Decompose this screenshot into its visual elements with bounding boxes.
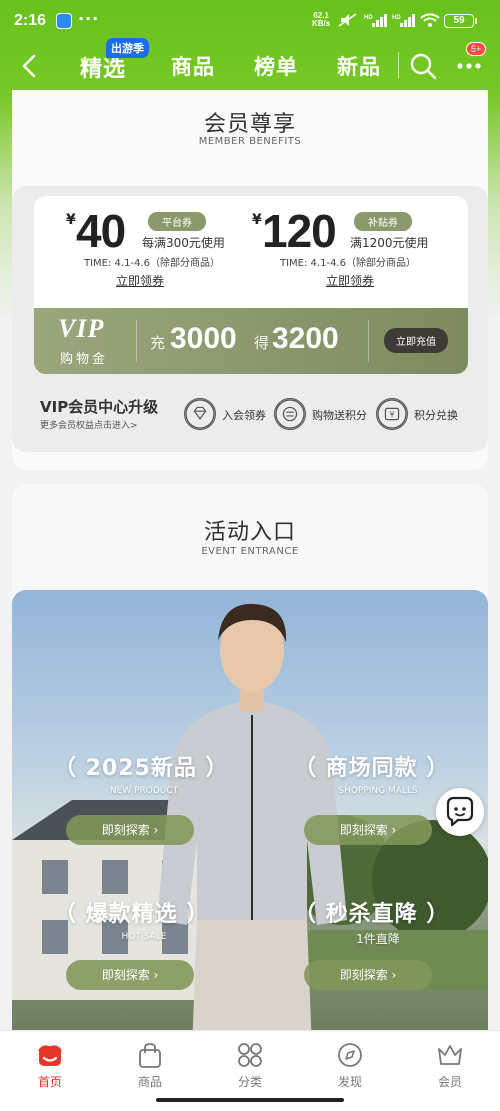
member-card: ¥ 40 平台券 每满300元使用 TIME: 4.1-4.6（除部分商品） 立… bbox=[12, 186, 488, 452]
status-bar: 2:16 ··· 62.1 KB/s HD HD 59 bbox=[0, 0, 500, 42]
battery-icon: 59 bbox=[444, 14, 477, 28]
more-icon[interactable] bbox=[456, 60, 482, 72]
coupon-currency: ¥ bbox=[66, 212, 76, 228]
member-subtitle: MEMBER BENEFITS bbox=[198, 136, 302, 147]
event-entrance-section: 活动入口 EVENT ENTRANCE （ 2025新品 ） NEW PRODU… bbox=[12, 484, 488, 1044]
explore-now-button[interactable]: 即刻探索 › bbox=[304, 960, 432, 990]
coupon-currency: ¥ bbox=[252, 212, 262, 228]
svg-text:HD: HD bbox=[364, 15, 373, 21]
event-category-subtitle: SHOPPING MALLS bbox=[338, 786, 418, 796]
bottom-tab-label: 商品 bbox=[137, 1075, 162, 1089]
bottom-tab-label: 首页 bbox=[37, 1075, 62, 1089]
vip-gold-label: 购物金 bbox=[60, 352, 109, 367]
tab-rankings[interactable]: 榜单 bbox=[254, 51, 298, 81]
svg-text:¥: ¥ bbox=[390, 410, 395, 419]
coupon-condition: 每满300元使用 bbox=[142, 236, 225, 250]
event-category-title: （ 商场同款 ） bbox=[294, 756, 450, 781]
recharge-now-button[interactable]: 立即充值 bbox=[384, 328, 448, 353]
charge-label: 充 bbox=[150, 334, 166, 352]
coupon-amount: 40 bbox=[76, 205, 126, 257]
signal-1-icon: HD bbox=[364, 14, 387, 27]
diamond-icon bbox=[184, 398, 216, 430]
event-category-subtitle: HOT SALE bbox=[121, 932, 167, 942]
coupon-subsidy: ¥ 120 补贴券 满1200元使用 TIME: 4.1-4.6（除部分商品） … bbox=[252, 196, 452, 308]
coin-icon bbox=[274, 398, 306, 430]
event-category-title: （ 秒杀直降 ） bbox=[294, 902, 450, 927]
wifi-icon bbox=[420, 13, 440, 27]
more-notifications-icon: ··· bbox=[78, 9, 100, 28]
bottom-tab-discover[interactable]: 发现 bbox=[320, 1041, 380, 1091]
explore-now-button[interactable]: 即刻探索 › bbox=[66, 960, 194, 990]
coupon-type-badge: 补贴券 bbox=[354, 212, 412, 231]
claim-coupon-link[interactable]: 立即领券 bbox=[326, 272, 374, 289]
event-category-subtitle: NEW PRODUCT bbox=[109, 786, 179, 796]
bag-icon bbox=[139, 1043, 161, 1068]
member-benefits-section: 会员尊享 MEMBER BENEFITS ¥ 40 平台券 每满300元使用 T… bbox=[12, 90, 488, 470]
coupon-validity: TIME: 4.1-4.6（除部分商品） bbox=[280, 258, 416, 269]
event-category-title: （ 爆款精选 ） bbox=[54, 902, 210, 927]
get-label: 得 bbox=[254, 334, 270, 352]
event-subtitle: EVENT ENTRANCE bbox=[201, 546, 299, 557]
perk-points-exchange[interactable]: ¥ 积分兑换 bbox=[376, 398, 476, 432]
bottom-tab-home[interactable]: 首页 bbox=[20, 1041, 80, 1091]
bottom-tab-member[interactable]: 会员 bbox=[420, 1041, 480, 1091]
vip-divider bbox=[136, 320, 137, 362]
bottom-tab-label: 会员 bbox=[437, 1075, 462, 1089]
signal-2-icon: HD bbox=[392, 14, 415, 27]
home-indicator bbox=[156, 1098, 344, 1102]
coupon-validity: TIME: 4.1-4.6（除部分商品） bbox=[84, 258, 220, 269]
coupon-amount: 120 bbox=[262, 205, 337, 257]
category-icon bbox=[238, 1043, 262, 1067]
top-navigation: 精选 出游季 商品 榜单 新品 5+ bbox=[0, 38, 500, 90]
back-icon[interactable] bbox=[16, 52, 44, 80]
charge-amount: 3000 bbox=[170, 322, 237, 355]
coupon-box: ¥ 40 平台券 每满300元使用 TIME: 4.1-4.6（除部分商品） 立… bbox=[34, 196, 468, 308]
bottom-tab-category[interactable]: 分类 bbox=[220, 1041, 280, 1091]
network-speed: 62.1 KB/s bbox=[312, 12, 330, 28]
message-count-badge: 5+ bbox=[466, 42, 487, 56]
nav-divider bbox=[398, 52, 399, 78]
perk-join-coupon[interactable]: 入会领券 bbox=[184, 398, 274, 432]
perk-points-on-purchase[interactable]: 购物送积分 bbox=[274, 398, 374, 432]
perk-label: 购物送积分 bbox=[312, 409, 367, 422]
chat-icon bbox=[446, 796, 474, 827]
event-banner-image: （ 2025新品 ） NEW PRODUCT 即刻探索 › （ 商场同款 ） S… bbox=[12, 590, 488, 1044]
member-title: 会员尊享 bbox=[203, 112, 296, 137]
mute-icon bbox=[338, 13, 357, 27]
perk-label: 积分兑换 bbox=[414, 409, 458, 422]
travel-season-tag: 出游季 bbox=[106, 38, 149, 58]
coupon-type-badge: 平台券 bbox=[148, 212, 206, 231]
compass-icon bbox=[338, 1043, 362, 1067]
vip-divider bbox=[368, 320, 369, 362]
tab-new-arrivals[interactable]: 新品 bbox=[337, 51, 381, 81]
bottom-tab-products[interactable]: 商品 bbox=[120, 1041, 180, 1091]
perk-label: 入会领券 bbox=[222, 409, 266, 422]
explore-now-button[interactable]: 即刻探索 › bbox=[304, 815, 432, 845]
tab-products[interactable]: 商品 bbox=[171, 51, 215, 81]
vip-recharge-band[interactable]: VIP 购物金 充 3000 得 3200 立即充值 bbox=[34, 308, 468, 374]
coupon-condition: 满1200元使用 bbox=[350, 236, 429, 250]
network-speed-unit: KB/s bbox=[312, 19, 331, 28]
search-icon[interactable] bbox=[408, 51, 438, 81]
vip-upgrade-title[interactable]: VIP会员中心升级 bbox=[40, 396, 158, 417]
event-title: 活动入口 bbox=[203, 520, 296, 545]
bottom-tab-label: 分类 bbox=[237, 1075, 262, 1089]
vip-upgrade-link[interactable]: 更多会员权益点击进入> bbox=[40, 418, 138, 431]
bottom-tab-label: 发现 bbox=[337, 1075, 362, 1089]
vip-logo: VIP bbox=[58, 314, 105, 343]
claim-coupon-link[interactable]: 立即领券 bbox=[116, 272, 164, 289]
exchange-icon: ¥ bbox=[376, 398, 408, 430]
customer-service-button[interactable] bbox=[436, 788, 484, 836]
get-amount: 3200 bbox=[272, 322, 339, 355]
explore-now-button[interactable]: 即刻探索 › bbox=[66, 815, 194, 845]
event-category-title: （ 2025新品 ） bbox=[54, 756, 229, 781]
coupon-platform: ¥ 40 平台券 每满300元使用 TIME: 4.1-4.6（除部分商品） 立… bbox=[66, 196, 266, 308]
status-time: 2:16 bbox=[14, 12, 47, 29]
home-icon bbox=[38, 1045, 62, 1066]
svg-text:HD: HD bbox=[392, 15, 401, 21]
event-category-subtitle: 1件直降 bbox=[356, 932, 400, 946]
crown-icon bbox=[438, 1045, 462, 1065]
app-notification-icon bbox=[56, 13, 72, 29]
